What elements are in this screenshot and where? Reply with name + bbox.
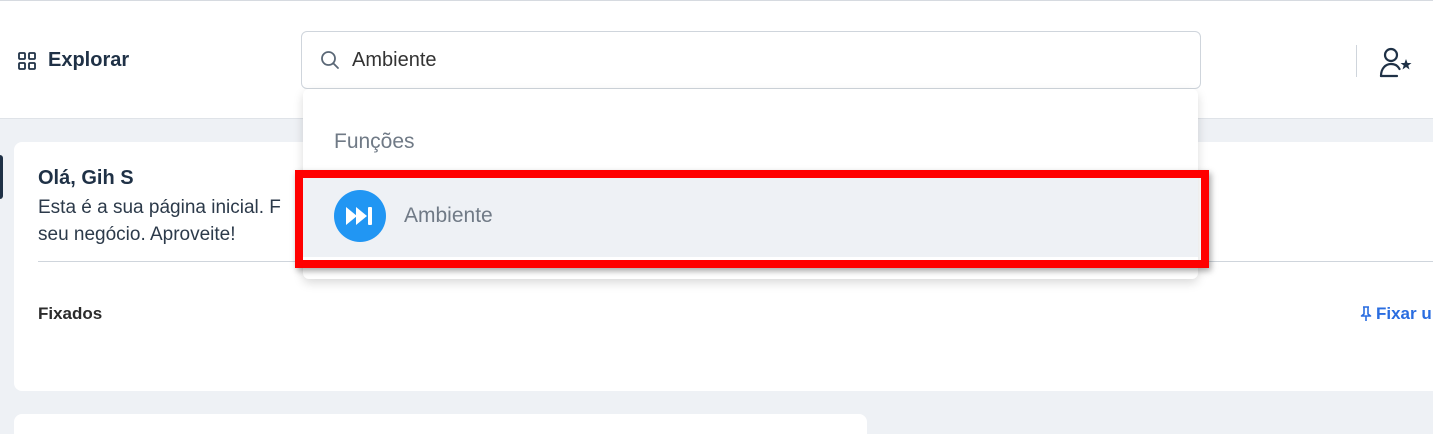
greeting: Olá, Gih S [38, 167, 134, 189]
search-input[interactable] [352, 48, 1152, 72]
pin-icon [1360, 306, 1372, 321]
nav-collapse-handle[interactable] [0, 155, 3, 199]
pin-link[interactable]: Fixar u [1360, 304, 1432, 324]
search-dropdown: Funções Ambiente [303, 89, 1198, 279]
result-label: Ambiente [404, 204, 493, 227]
pin-link-label: Fixar u [1376, 304, 1432, 323]
explore-button[interactable]: Explorar [18, 49, 129, 72]
search-box[interactable] [301, 31, 1201, 89]
grid-icon [18, 51, 36, 70]
intro-text: Esta é a sua página inicial. F seu negóc… [38, 197, 281, 245]
pinned-title: Fixados [38, 304, 103, 323]
explore-label: Explorar [48, 49, 130, 71]
search-icon [321, 51, 339, 69]
user-favorites-button[interactable] [1378, 45, 1414, 81]
user-star-icon [1379, 47, 1412, 78]
result-item-ambiente[interactable]: Ambiente [303, 177, 1198, 257]
header-divider [1356, 45, 1357, 77]
section-label: Funções [334, 130, 415, 153]
bottom-card [14, 414, 867, 434]
fast-forward-circle-icon [334, 190, 386, 242]
